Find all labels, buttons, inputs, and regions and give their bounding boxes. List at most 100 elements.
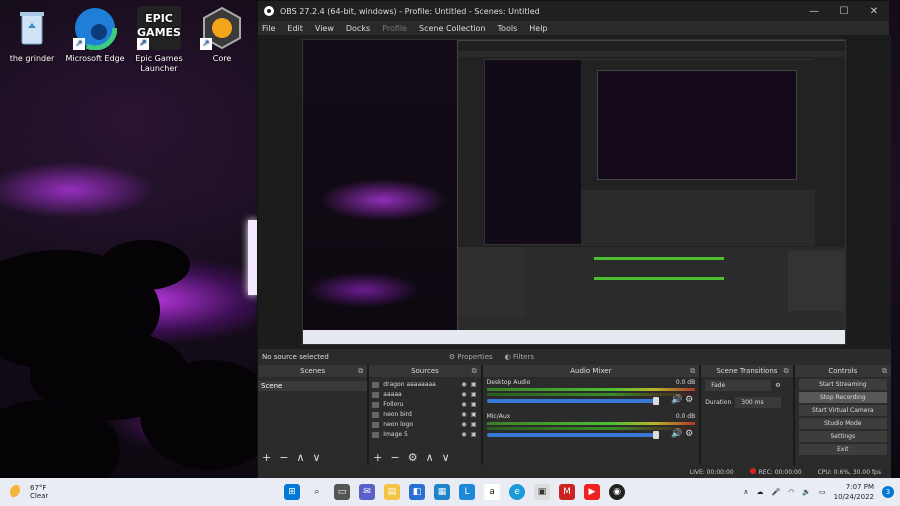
- eye-icon[interactable]: ◉: [461, 410, 466, 420]
- volume-slider[interactable]: [486, 397, 659, 405]
- edge-taskbar-icon[interactable]: e: [509, 484, 525, 500]
- audio-mixer-title: Audio Mixer ⧉: [482, 365, 700, 377]
- no-source-label: No source selected: [262, 353, 329, 361]
- menu-file[interactable]: File: [262, 24, 275, 33]
- core-icon: ↗: [200, 6, 244, 50]
- speaker-icon[interactable]: 🔊 ⚙: [671, 395, 693, 405]
- lock-icon[interactable]: ▣: [471, 390, 477, 400]
- chevron-up-icon[interactable]: ∧: [743, 488, 748, 496]
- filters-button[interactable]: ◐ Filters: [505, 353, 534, 361]
- weather-widget[interactable]: 67°F Clear: [0, 484, 260, 500]
- move-scene-down-button[interactable]: ∨: [313, 451, 321, 464]
- l-app-icon[interactable]: L: [459, 484, 475, 500]
- lock-icon[interactable]: ▣: [471, 430, 477, 440]
- remove-source-button[interactable]: −: [391, 451, 400, 464]
- scene-item[interactable]: Scene: [258, 381, 368, 391]
- exit-button[interactable]: Exit: [798, 444, 887, 455]
- task-view-icon[interactable]: ▭: [334, 484, 350, 500]
- source-item[interactable]: dragon aaaaaaaa ◉ ▣: [369, 380, 480, 390]
- audio-mixer-dock: Audio Mixer ⧉ Desktop Audio 0.0 dB 🔊 ⚙ Mic…: [482, 365, 700, 465]
- volume-icon[interactable]: 🔉: [802, 488, 811, 496]
- start-streaming-button[interactable]: Start Streaming: [798, 379, 887, 390]
- dock-undock-icon[interactable]: ⧉: [784, 365, 789, 377]
- source-item[interactable]: aaaaa ◉ ▣: [369, 390, 480, 400]
- transition-settings-icon[interactable]: ⚙: [775, 382, 780, 389]
- menu-view[interactable]: View: [315, 24, 334, 33]
- mcafee-icon[interactable]: M: [559, 484, 575, 500]
- start-virtual-camera-button[interactable]: Start Virtual Camera: [798, 405, 887, 416]
- transition-select[interactable]: Fade: [705, 380, 772, 391]
- photos-icon[interactable]: ▦: [434, 484, 450, 500]
- source-properties-button[interactable]: ⚙: [408, 451, 418, 464]
- obs-titlebar[interactable]: OBS 27.2.4 (64-bit, windows) - Profile: …: [258, 1, 889, 21]
- source-item[interactable]: Folloru ◉ ▣: [369, 400, 480, 410]
- menu-profile[interactable]: Profile: [382, 24, 407, 33]
- dock-undock-icon[interactable]: ⧉: [358, 365, 363, 377]
- search-icon[interactable]: ⌕: [309, 484, 325, 500]
- desktop-icon-recycle-bin[interactable]: the grinder: [0, 6, 64, 64]
- eye-icon[interactable]: ◉: [461, 400, 466, 410]
- chat-icon[interactable]: ✉: [359, 484, 375, 500]
- eye-icon[interactable]: ◉: [461, 390, 466, 400]
- add-scene-button[interactable]: +: [262, 451, 271, 464]
- speaker-icon[interactable]: 🔊 ⚙: [671, 429, 693, 439]
- youtube-icon[interactable]: ▶: [584, 484, 600, 500]
- menu-docks[interactable]: Docks: [346, 24, 370, 33]
- lock-icon[interactable]: ▣: [471, 400, 477, 410]
- lock-icon[interactable]: ▣: [471, 410, 477, 420]
- move-source-down-button[interactable]: ∨: [442, 451, 450, 464]
- shortcut-arrow-icon: ↗: [137, 38, 149, 50]
- desktop-icon-epic-games[interactable]: EPIC GAMES ↗ Epic Games Launcher: [127, 6, 191, 74]
- wifi-icon[interactable]: ◠: [788, 488, 794, 496]
- app-icon[interactable]: ▣: [534, 484, 550, 500]
- dock-undock-icon[interactable]: ⧉: [690, 365, 695, 377]
- notification-badge[interactable]: 3: [882, 486, 894, 498]
- source-item[interactable]: Image 5 ◉ ▣: [369, 430, 480, 440]
- battery-icon[interactable]: ▭: [819, 488, 826, 496]
- eye-icon[interactable]: ◉: [461, 380, 466, 390]
- menu-tools[interactable]: Tools: [498, 24, 518, 33]
- dock-undock-icon[interactable]: ⧉: [472, 365, 477, 377]
- mic-icon[interactable]: 🎤: [771, 488, 780, 496]
- remove-scene-button[interactable]: −: [279, 451, 288, 464]
- studio-mode-button[interactable]: Studio Mode: [798, 418, 887, 429]
- maximize-button[interactable]: ☐: [829, 6, 859, 17]
- menu-scene-collection[interactable]: Scene Collection: [419, 24, 486, 33]
- eye-icon[interactable]: ◉: [461, 420, 466, 430]
- epic-games-icon: EPIC GAMES ↗: [137, 6, 181, 50]
- menu-help[interactable]: Help: [529, 24, 547, 33]
- start-windows-icon[interactable]: ⊞: [284, 484, 300, 500]
- desktop-icon-edge[interactable]: ↗ Microsoft Edge: [63, 5, 127, 64]
- controls-title: Controls ⧉: [794, 365, 891, 377]
- volume-slider[interactable]: [486, 431, 659, 439]
- preview-canvas[interactable]: [302, 39, 846, 345]
- amazon-icon[interactable]: a: [484, 484, 500, 500]
- moon-icon: [10, 485, 24, 499]
- microsoft-store-icon[interactable]: ◧: [409, 484, 425, 500]
- obs-taskbar-icon[interactable]: ◉: [609, 484, 625, 500]
- move-scene-up-button[interactable]: ∧: [296, 451, 304, 464]
- stop-recording-button[interactable]: Stop Recording: [798, 392, 887, 403]
- weather-temp: 67°F: [30, 484, 47, 492]
- minimize-button[interactable]: —: [799, 6, 829, 17]
- desktop-icon-core[interactable]: ↗ Core: [190, 6, 254, 64]
- move-source-up-button[interactable]: ∧: [426, 451, 434, 464]
- cloud-icon[interactable]: ☁: [756, 488, 763, 496]
- source-status-row: No source selected ⚙ Properties ◐ Filter…: [258, 349, 891, 365]
- source-item[interactable]: neon bird ◉ ▣: [369, 410, 480, 420]
- lock-icon[interactable]: ▣: [471, 420, 477, 430]
- close-button[interactable]: ✕: [859, 6, 889, 17]
- duration-input[interactable]: 300 ms: [735, 397, 782, 408]
- add-source-button[interactable]: +: [373, 451, 382, 464]
- obs-statusbar: LIVE: 00:00:00 REC: 00:00:00 CPU: 0.6%, …: [258, 465, 891, 479]
- clock[interactable]: 7:07 PM 10/24/2022: [834, 482, 874, 502]
- source-item[interactable]: neon logo ◉ ▣: [369, 420, 480, 430]
- lock-icon[interactable]: ▣: [471, 380, 477, 390]
- settings-button[interactable]: Settings: [798, 431, 887, 442]
- eye-icon[interactable]: ◉: [461, 430, 466, 440]
- menu-edit[interactable]: Edit: [287, 24, 303, 33]
- dock-undock-icon[interactable]: ⧉: [882, 365, 887, 377]
- preview-area: [258, 35, 891, 349]
- properties-button[interactable]: ⚙ Properties: [449, 353, 493, 361]
- file-explorer-icon[interactable]: ▤: [384, 484, 400, 500]
